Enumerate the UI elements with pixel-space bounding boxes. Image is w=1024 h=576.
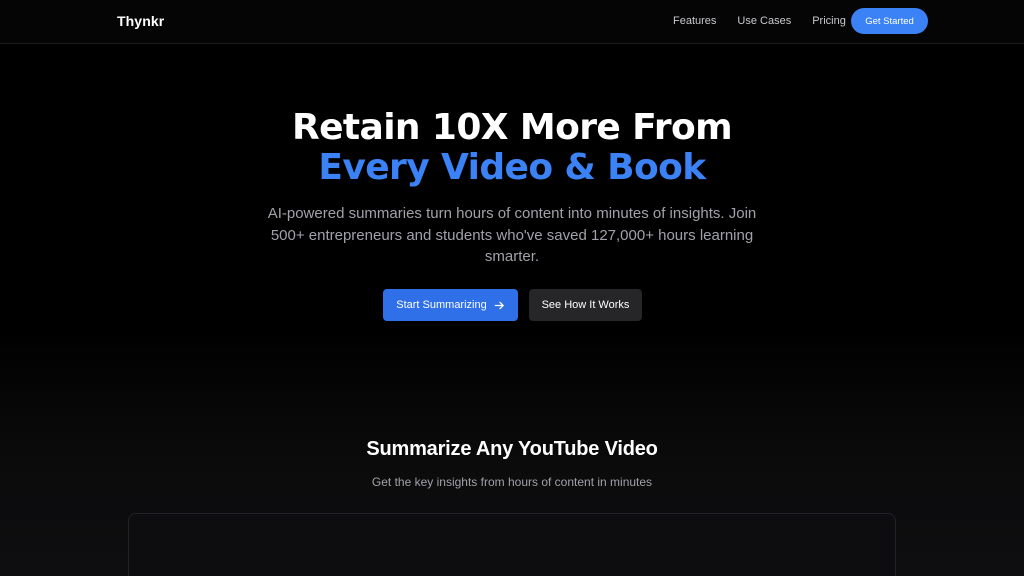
arrow-right-icon (494, 301, 504, 309)
section-title: Summarize Any YouTube Video (366, 438, 658, 460)
youtube-summarizer-panel (128, 513, 896, 576)
hero-title-line-2: Every Video & Book (318, 147, 706, 188)
brand-logo[interactable]: Thynkr (117, 13, 164, 29)
nav-link-features[interactable]: Features (673, 15, 716, 27)
hero-subtitle: AI-powered summaries turn hours of conte… (267, 205, 757, 265)
start-summarizing-button[interactable]: Start Summarizing (383, 289, 518, 321)
top-navigation: Thynkr Features Use Cases Pricing Get St… (0, 0, 1024, 44)
nav-link-use-cases[interactable]: Use Cases (737, 15, 791, 27)
hero-title-line-1: Retain 10X More From (291, 107, 733, 148)
landing-page: Thynkr Features Use Cases Pricing Get St… (0, 0, 1024, 576)
nav-link-pricing[interactable]: Pricing (812, 15, 846, 27)
see-how-it-works-button[interactable]: See How It Works (529, 289, 642, 321)
section-subtitle: Get the key insights from hours of conte… (371, 475, 653, 489)
start-summarizing-label: Start Summarizing (396, 299, 487, 311)
nav-links: Features Use Cases Pricing (673, 15, 867, 27)
get-started-button[interactable]: Get Started (851, 8, 928, 34)
